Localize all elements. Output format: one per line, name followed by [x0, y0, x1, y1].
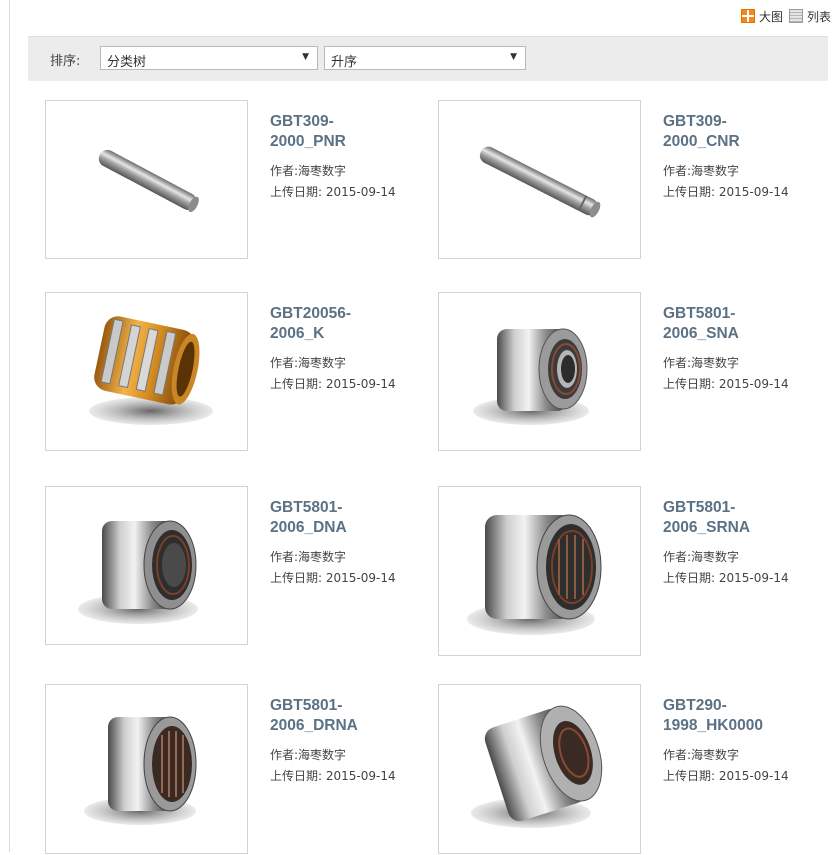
model-upload-date: 上传日期: 2015-09-14 [270, 377, 396, 391]
model-title[interactable]: GBT20056- 2006_K [270, 304, 440, 344]
model-title[interactable]: GBT309- 2000_PNR [270, 112, 440, 152]
model-meta: 作者:海枣数字 上传日期: 2015-09-14 [663, 353, 833, 395]
pin-icon [479, 146, 601, 218]
model-upload-date: 上传日期: 2015-09-14 [270, 769, 396, 783]
model-thumbnail[interactable] [45, 100, 248, 259]
model-title[interactable]: GBT309- 2000_CNR [663, 112, 833, 152]
model-author: 作者:海枣数字 [270, 550, 347, 564]
model-thumbnail[interactable] [438, 100, 641, 259]
model-meta: 作者:海枣数字 上传日期: 2015-09-14 [663, 547, 833, 589]
model-title[interactable]: GBT5801- 2006_SNA [663, 304, 833, 344]
model-title-link[interactable]: GBT5801- 2006_SNA [663, 305, 739, 342]
model-title[interactable]: GBT5801- 2006_DNA [270, 498, 440, 538]
model-title[interactable]: GBT5801- 2006_SRNA [663, 498, 833, 538]
model-upload-date: 上传日期: 2015-09-14 [663, 377, 789, 391]
model-thumbnail[interactable] [438, 292, 641, 451]
model-thumbnail[interactable] [45, 292, 248, 451]
model-meta: 作者:海枣数字 上传日期: 2015-09-14 [663, 161, 833, 203]
list-view-button[interactable]: 列表 [807, 8, 831, 25]
model-title-link[interactable]: GBT5801- 2006_DNA [270, 499, 347, 536]
order-select[interactable]: 升序 ▼ [324, 46, 526, 70]
model-author: 作者:海枣数字 [270, 356, 347, 370]
model-title-link[interactable]: GBT309- 2000_CNR [663, 113, 740, 150]
model-title[interactable]: GBT5801- 2006_DRNA [270, 696, 440, 736]
model-thumbnail[interactable] [45, 684, 248, 854]
model-upload-date: 上传日期: 2015-09-14 [663, 769, 789, 783]
sort-toolbar: 排序: 分类树 ▼ 升序 ▼ [28, 36, 828, 81]
model-meta: 作者:海枣数字 上传日期: 2015-09-14 [663, 745, 833, 787]
model-author: 作者:海枣数字 [663, 356, 740, 370]
model-thumbnail[interactable] [438, 684, 641, 854]
bearing-icon [467, 514, 602, 635]
left-divider [9, 0, 10, 852]
model-title-link[interactable]: GBT309- 2000_PNR [270, 113, 346, 150]
model-thumbnail[interactable] [45, 486, 248, 645]
pin-icon [98, 149, 199, 213]
model-author: 作者:海枣数字 [663, 164, 740, 178]
model-author: 作者:海枣数字 [663, 550, 740, 564]
bearing-icon [471, 705, 603, 828]
model-meta: 作者:海枣数字 上传日期: 2015-09-14 [270, 161, 440, 203]
sort-label: 排序: [50, 54, 81, 69]
model-meta: 作者:海枣数字 上传日期: 2015-09-14 [270, 353, 440, 395]
dropdown-arrow-icon: ▼ [302, 52, 309, 62]
model-meta: 作者:海枣数字 上传日期: 2015-09-14 [270, 745, 440, 787]
view-switch: 大图 列表 [740, 8, 831, 25]
model-title[interactable]: GBT290- 1998_HK0000 [663, 696, 833, 736]
model-upload-date: 上传日期: 2015-09-14 [663, 571, 789, 585]
dropdown-arrow-icon: ▼ [510, 52, 517, 62]
model-upload-date: 上传日期: 2015-09-14 [270, 185, 396, 199]
model-upload-date: 上传日期: 2015-09-14 [663, 185, 789, 199]
grid-view-icon[interactable] [740, 9, 755, 23]
cage-bearing-icon [89, 316, 213, 425]
bearing-icon [84, 716, 197, 825]
model-author: 作者:海枣数字 [270, 164, 347, 178]
model-title-link[interactable]: GBT20056- 2006_K [270, 305, 351, 342]
list-view-icon[interactable] [788, 9, 803, 23]
model-title-link[interactable]: GBT5801- 2006_SRNA [663, 499, 750, 536]
model-upload-date: 上传日期: 2015-09-14 [270, 571, 396, 585]
bearing-icon [78, 520, 198, 624]
model-title-link[interactable]: GBT290- 1998_HK0000 [663, 697, 763, 734]
category-select[interactable]: 分类树 ▼ [100, 46, 318, 70]
model-title-link[interactable]: GBT5801- 2006_DRNA [270, 697, 358, 734]
bearing-icon [473, 328, 589, 425]
model-thumbnail[interactable] [438, 486, 641, 656]
category-select-value: 分类树 [107, 55, 147, 70]
model-author: 作者:海枣数字 [270, 748, 347, 762]
model-author: 作者:海枣数字 [663, 748, 740, 762]
grid-view-button[interactable]: 大图 [759, 8, 783, 25]
order-select-value: 升序 [331, 55, 358, 70]
model-meta: 作者:海枣数字 上传日期: 2015-09-14 [270, 547, 440, 589]
